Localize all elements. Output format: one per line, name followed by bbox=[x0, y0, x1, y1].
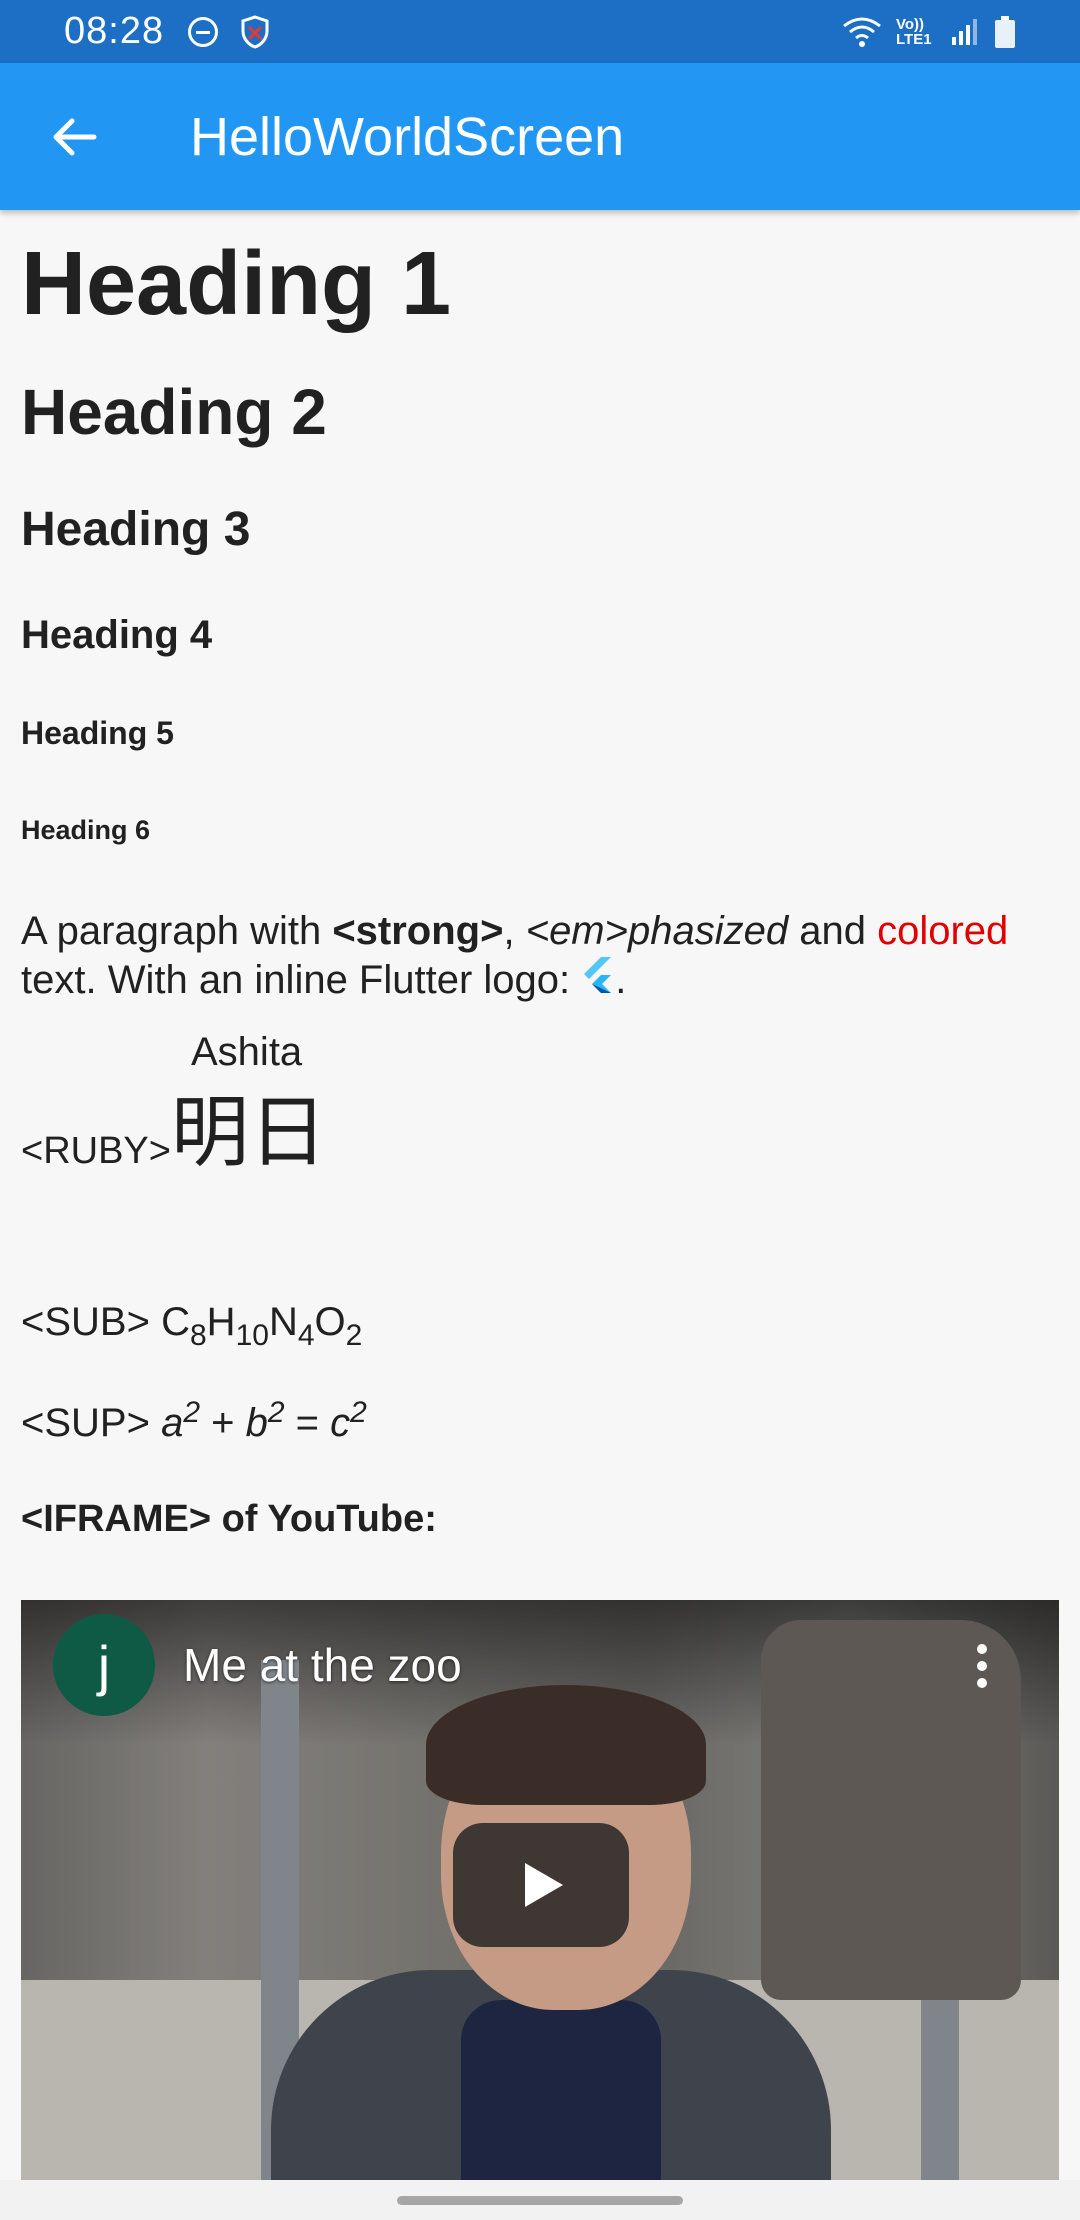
ruby-example: <RUBY> Ashita 明日 bbox=[21, 1030, 621, 1200]
superscript: 2 bbox=[267, 1396, 285, 1429]
formula: C8H10N4O2 bbox=[161, 1300, 362, 1352]
operator: + bbox=[200, 1401, 246, 1445]
heading-3: Heading 3 bbox=[21, 503, 251, 556]
heading-1: Heading 1 bbox=[21, 234, 452, 334]
paragraph-text: , bbox=[503, 909, 526, 953]
channel-avatar[interactable]: j bbox=[53, 1614, 155, 1716]
operator: = bbox=[284, 1401, 331, 1445]
heading-4: Heading 4 bbox=[21, 613, 213, 657]
status-icons-left bbox=[188, 14, 270, 49]
ruby-tag: <RUBY> bbox=[21, 1130, 171, 1172]
paragraph-text: text. With an inline Flutter logo: bbox=[21, 958, 582, 1002]
navigation-bar bbox=[0, 2180, 1080, 2220]
home-handle[interactable] bbox=[397, 2196, 683, 2205]
superscript: 2 bbox=[350, 1396, 367, 1429]
app-title: HelloWorldScreen bbox=[190, 106, 625, 167]
superscript: 2 bbox=[183, 1396, 201, 1429]
ruby-base: 明日 bbox=[171, 1088, 328, 1178]
subscript: 8 bbox=[189, 1319, 207, 1352]
paragraph: A paragraph with <strong>, <em>phasized … bbox=[21, 907, 1061, 1005]
colored-text: colored bbox=[877, 909, 1009, 953]
emphasized-text: <em>phasized bbox=[525, 909, 789, 953]
status-time: 08:28 bbox=[64, 10, 165, 52]
heading-6: Heading 6 bbox=[21, 815, 151, 845]
heading-2: Heading 2 bbox=[21, 376, 327, 448]
video-title[interactable]: Me at the zoo bbox=[183, 1638, 462, 1692]
element-symbol: O bbox=[314, 1300, 346, 1344]
element-symbol: C bbox=[161, 1300, 190, 1344]
paragraph-text: . bbox=[615, 958, 627, 1002]
sub-example: <SUB> C8H10N4O2 bbox=[21, 1300, 362, 1353]
battery-icon bbox=[995, 15, 1015, 48]
status-icons-right: Vo)) LTE1 bbox=[842, 15, 1016, 49]
play-button[interactable] bbox=[453, 1823, 629, 1947]
strong-text: <strong> bbox=[332, 909, 504, 953]
wifi-icon bbox=[843, 17, 881, 47]
sup-example: <SUP> a2 + b2 = c2 bbox=[21, 1396, 367, 1446]
variable: c bbox=[330, 1401, 351, 1445]
sub-tag: <SUB> bbox=[21, 1300, 150, 1344]
subscript: 4 bbox=[297, 1319, 315, 1352]
paragraph-text: and bbox=[788, 909, 878, 953]
video-thumbnail-shirt bbox=[461, 2000, 661, 2180]
status-bar: 08:28 Vo)) LTE1 bbox=[0, 0, 1080, 63]
ruby-annotation: Ashita bbox=[191, 1030, 303, 1074]
arrow-back-icon bbox=[53, 118, 96, 155]
youtube-embed[interactable]: j Me at the zoo bbox=[21, 1600, 1059, 2180]
volte-icon: Vo)) LTE1 bbox=[896, 15, 932, 48]
subscript: 10 bbox=[235, 1319, 269, 1352]
heading-5: Heading 5 bbox=[21, 715, 174, 751]
variable: a bbox=[161, 1401, 184, 1445]
flutter-logo-icon bbox=[584, 957, 612, 993]
element-symbol: H bbox=[206, 1300, 236, 1344]
back-button[interactable] bbox=[0, 63, 147, 210]
play-icon bbox=[525, 1863, 563, 1907]
subscript: 2 bbox=[345, 1319, 363, 1352]
app-bar: HelloWorldScreen bbox=[0, 63, 1080, 210]
variable: b bbox=[245, 1401, 268, 1445]
do-not-disturb-icon bbox=[188, 16, 219, 47]
signal-icon bbox=[952, 18, 977, 45]
paragraph-text: A paragraph with bbox=[21, 909, 333, 953]
more-vert-icon[interactable] bbox=[977, 1644, 989, 1695]
sup-tag: <SUP> bbox=[21, 1401, 150, 1445]
iframe-label: <IFRAME> of YouTube: bbox=[21, 1498, 437, 1540]
element-symbol: N bbox=[268, 1300, 298, 1344]
video-header: j Me at the zoo bbox=[21, 1600, 1059, 1730]
shield-icon bbox=[241, 14, 269, 49]
